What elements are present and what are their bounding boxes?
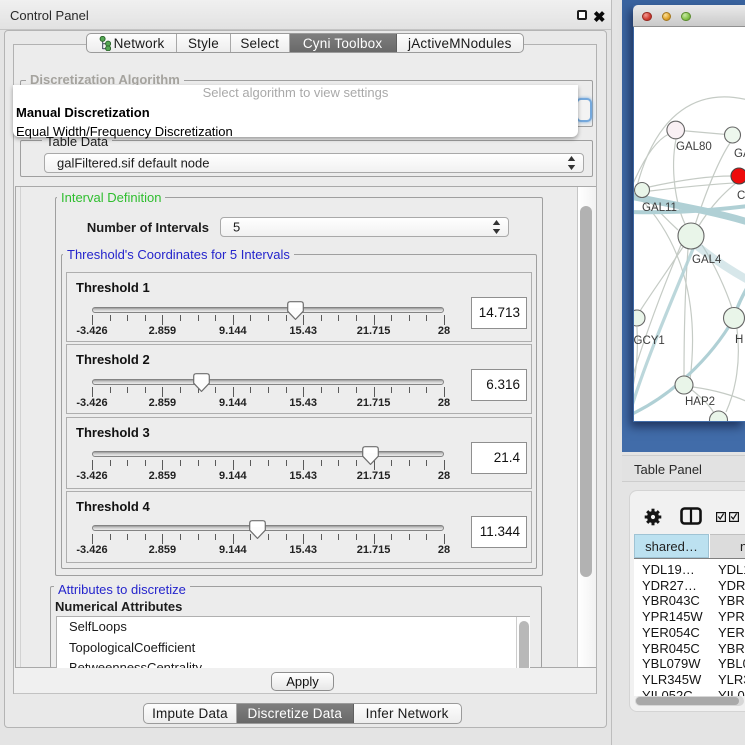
- svg-text:GA: GA: [734, 148, 745, 160]
- svg-text:GAL11: GAL11: [642, 202, 677, 214]
- svg-text:HAP2: HAP2: [685, 396, 715, 408]
- svg-text:GCY1: GCY1: [634, 335, 665, 347]
- svg-text:GAL4: GAL4: [692, 254, 722, 266]
- svg-text:C: C: [737, 190, 745, 202]
- svg-text:GAL80: GAL80: [676, 141, 712, 153]
- svg-text:H: H: [735, 334, 743, 346]
